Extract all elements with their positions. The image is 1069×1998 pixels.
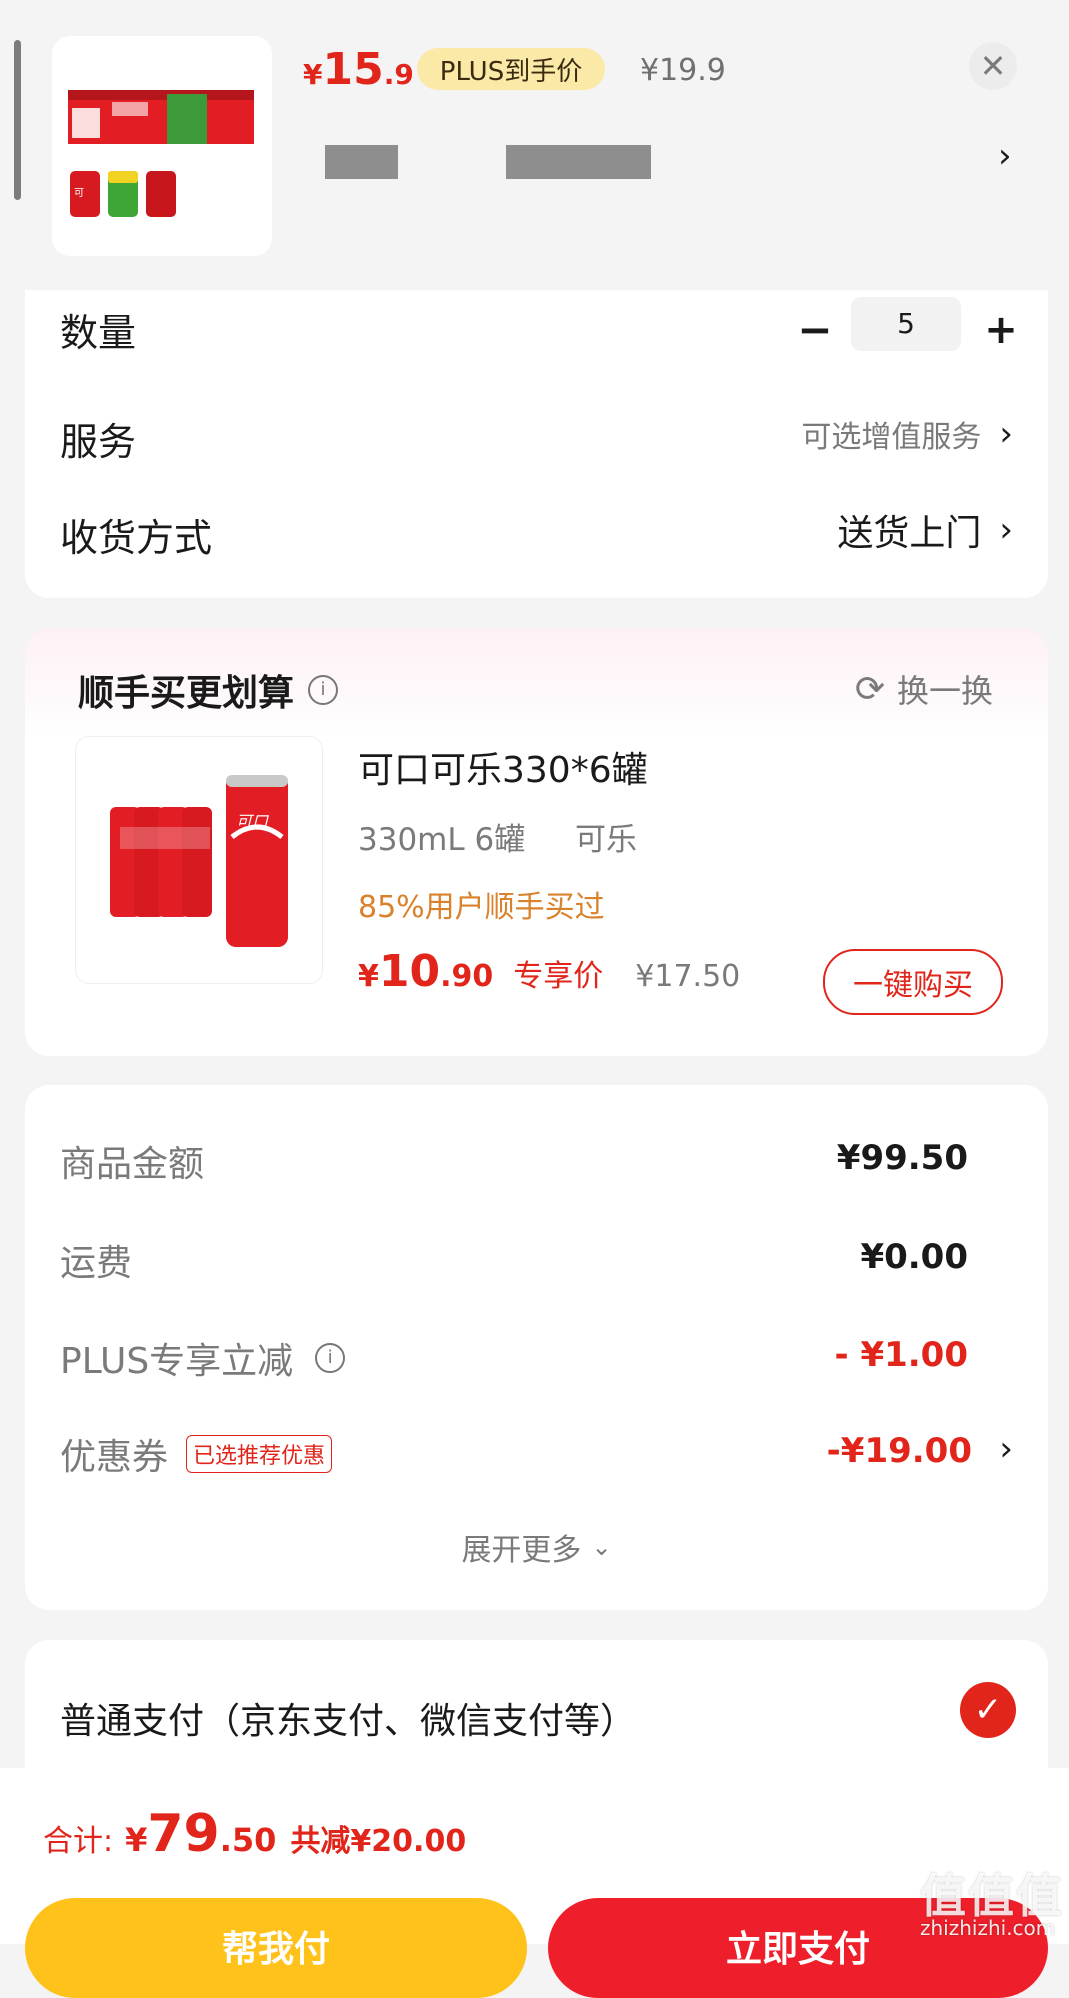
plus-discount-info-icon[interactable]: i [315, 1343, 346, 1373]
delivery-label: 收货方式 [60, 516, 213, 560]
shipping-value: ¥0.00 [860, 1237, 968, 1277]
quantity-minus-button[interactable]: − [795, 309, 835, 351]
delivery-row[interactable]: 送货上门 › [837, 504, 1013, 556]
delivery-chevron-icon: › [999, 510, 1013, 550]
spec-chevron-icon[interactable]: › [998, 136, 1012, 176]
shipping-label: 运费 [60, 1243, 133, 1284]
svg-text:可: 可 [74, 188, 84, 199]
total-dec: .50 [219, 1821, 277, 1859]
selected-check-icon[interactable]: ✓ [960, 1682, 1016, 1738]
upsell-original-price: ¥17.50 [635, 959, 741, 994]
upsell-title: 顺手买更划算 i [78, 664, 339, 716]
service-value: 可选增值服务 [801, 420, 982, 455]
one-click-buy-label: 一键购买 [853, 968, 973, 1003]
plus-price-badge: PLUS到手价 [417, 48, 605, 90]
quantity-plus-button[interactable]: + [981, 310, 1021, 350]
price-currency: ¥ [303, 58, 323, 91]
coupon-label: 优惠券 [60, 1437, 169, 1478]
options-card: 数量 − 5 + 服务 可选增值服务 › 收货方式 送货上门 › [25, 290, 1048, 598]
upsell-price-tag: 专享价 [513, 959, 604, 994]
quantity-label: 数量 [60, 311, 137, 355]
price-int: 15 [322, 44, 384, 95]
upsell-item-name[interactable]: 可口可乐330*6罐 [358, 741, 648, 793]
goods-amount-value: ¥99.50 [836, 1138, 968, 1178]
total-int: 79 [147, 1804, 220, 1864]
watermark-url: zhizhizhi.com [920, 1916, 1056, 1940]
coupon-value[interactable]: -¥19.00 [827, 1431, 972, 1471]
checkout-footer: 合计: ¥ 79 .50 共减¥20.00 帮我付 立即支付 [0, 1768, 1069, 1998]
service-row[interactable]: 可选增值服务 › [801, 412, 1013, 456]
product-original-price: ¥19.9 [640, 53, 726, 88]
upsell-spec-size: 330mL 6罐 [358, 822, 526, 858]
upsell-card: 顺手买更划算 i ⟳ 换一换 可口 可口可乐330*6罐 330mL 6罐 可乐… [25, 628, 1048, 1056]
scroll-indicator [14, 40, 21, 200]
friend-pay-button[interactable]: 帮我付 [25, 1898, 527, 1998]
upsell-product-image[interactable]: 可口 [75, 736, 323, 984]
expand-more-label: 展开更多 [461, 1533, 582, 1568]
swap-button[interactable]: ⟳ 换一换 [855, 666, 993, 712]
plus-badge-label: PLUS到手价 [439, 56, 583, 87]
plus-discount-label: PLUS专享立减 [60, 1341, 294, 1382]
quantity-input[interactable]: 5 [851, 297, 961, 351]
service-chevron-icon: › [999, 414, 1013, 454]
product-thumbnail: 可 [52, 36, 272, 256]
upsell-price-int: 10 [378, 946, 441, 997]
friend-pay-label: 帮我付 [221, 1929, 330, 1970]
upsell-spec-flavor: 可乐 [575, 822, 637, 858]
upsell-price-dec: .90 [440, 959, 494, 994]
close-icon[interactable]: ✕ [969, 42, 1017, 90]
expand-more-button[interactable]: 展开更多 ⌄ [25, 1525, 1048, 1569]
coupon-tag: 已选推荐优惠 [186, 1435, 333, 1473]
swap-label: 换一换 [896, 672, 993, 710]
upsell-price-currency: ¥ [358, 959, 379, 994]
payment-method-label: 普通支付（京东支付、微信支付等） [60, 1701, 637, 1742]
upsell-title-text: 顺手买更划算 [78, 673, 295, 714]
total-label: 合计: [43, 1824, 114, 1859]
one-click-buy-button[interactable]: 一键购买 [823, 949, 1003, 1015]
refresh-icon: ⟳ [854, 668, 885, 710]
upsell-price: ¥ 10 .90 专享价 ¥17.50 [358, 946, 740, 997]
plus-discount-row: PLUS专享立减 i [60, 1332, 346, 1384]
service-label: 服务 [60, 420, 137, 464]
delivery-value: 送货上门 [837, 513, 982, 554]
total-row: 合计: ¥ 79 .50 共减¥20.00 [43, 1804, 466, 1864]
total-currency: ¥ [125, 1821, 148, 1859]
price-dec: .9 [383, 58, 414, 91]
svg-text:可口: 可口 [236, 812, 269, 831]
pay-now-label: 立即支付 [725, 1929, 870, 1970]
redacted-spec-2 [506, 145, 651, 179]
total-saved: 共减¥20.00 [290, 1824, 467, 1859]
upsell-social-proof: 85%用户顺手买过 [358, 890, 605, 925]
chevron-down-icon: ⌄ [591, 1533, 612, 1561]
product-price: ¥ 15 .9 [303, 44, 414, 95]
coupon-chevron-icon[interactable]: › [999, 1429, 1013, 1469]
summary-card: 商品金额 ¥99.50 运费 ¥0.00 PLUS专享立减 i - ¥1.00 … [25, 1085, 1048, 1610]
coupon-row[interactable]: 优惠券 已选推荐优惠 [60, 1428, 333, 1480]
redacted-spec-1 [325, 145, 398, 179]
goods-amount-label: 商品金额 [60, 1144, 205, 1185]
plus-discount-value: - ¥1.00 [834, 1335, 969, 1375]
info-icon[interactable]: i [308, 675, 339, 705]
